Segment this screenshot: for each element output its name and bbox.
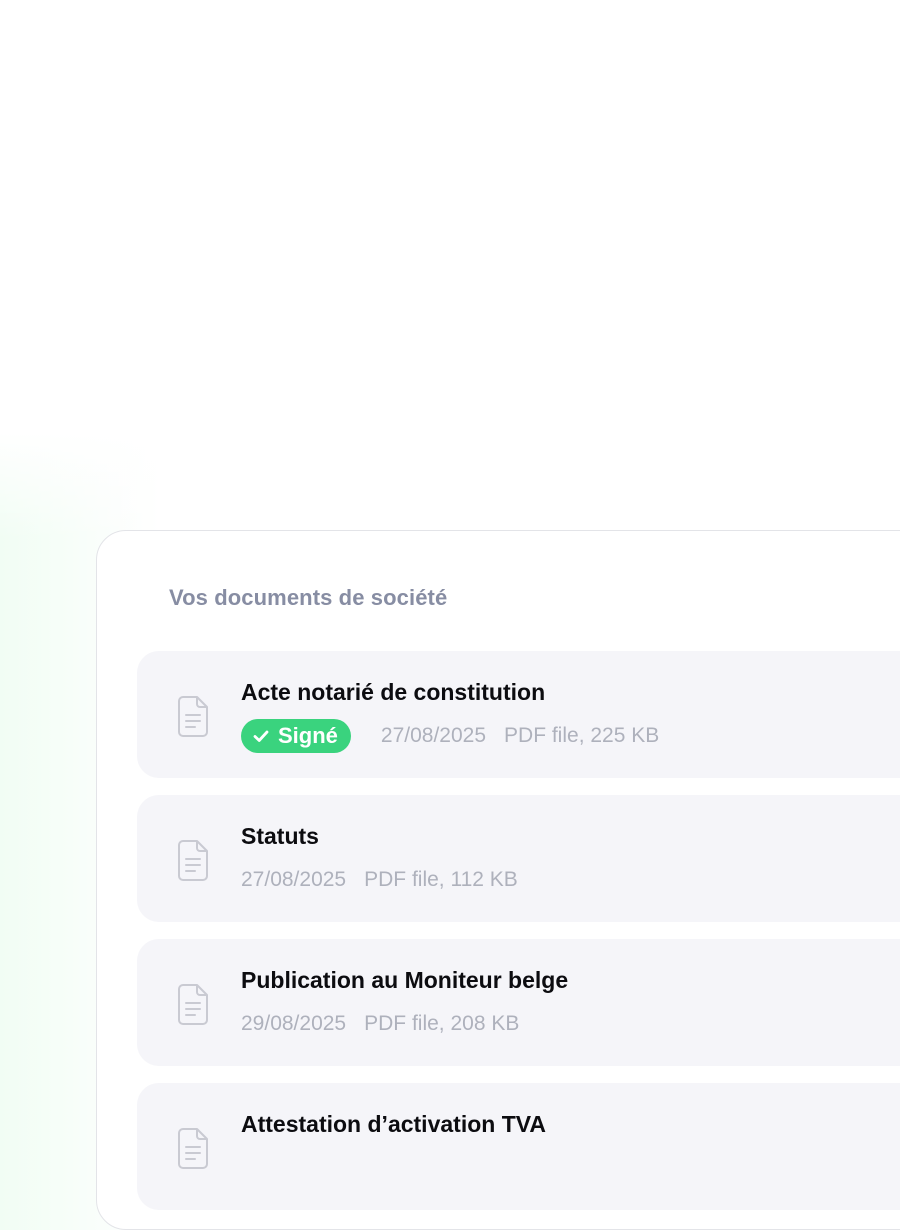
document-date: 27/08/2025 <box>241 868 347 891</box>
document-date: 27/08/2025 <box>380 724 487 747</box>
document-item-attestation-tva[interactable]: Attestation d’activation TVA <box>137 1083 900 1210</box>
document-name: Attestation d’activation TVA <box>241 1111 546 1137</box>
document-item-publication[interactable]: Publication au Moniteur belge 29/08/2025… <box>137 939 900 1066</box>
document-file-info: PDF file, 225 KB <box>504 724 660 747</box>
document-meta <box>241 1151 259 1185</box>
document-name: Publication au Moniteur belge <box>241 967 569 993</box>
document-date: 29/08/2025 <box>241 1012 347 1035</box>
document-name: Acte notarié de constitution <box>241 679 546 705</box>
documents-card: Vos documents de société Acte notarié de… <box>96 530 900 1230</box>
document-icon <box>178 696 208 737</box>
document-item-statuts[interactable]: Statuts 27/08/2025 PDF file, 112 KB <box>137 795 900 922</box>
status-badge-label: Signé <box>278 723 338 748</box>
document-meta: Signé 27/08/2025 PDF file, 225 KB <box>241 719 659 753</box>
document-file-info: PDF file, 208 KB <box>364 1012 520 1035</box>
status-badge: Signé <box>241 719 351 753</box>
document-file-info: PDF file, 112 KB <box>364 868 518 891</box>
document-item-acte-notarie[interactable]: Acte notarié de constitution Signé 27/08… <box>137 651 900 778</box>
document-icon <box>178 1128 208 1169</box>
document-icon <box>178 984 208 1025</box>
document-meta: 29/08/2025 PDF file, 208 KB <box>241 1007 519 1041</box>
document-meta: 27/08/2025 PDF file, 112 KB <box>241 863 518 897</box>
check-icon <box>253 730 269 742</box>
document-name: Statuts <box>241 823 319 849</box>
document-list: Acte notarié de constitution Signé 27/08… <box>137 651 900 1227</box>
page-background <box>0 0 900 540</box>
document-icon <box>178 840 208 881</box>
card-title: Vos documents de société <box>169 585 448 610</box>
